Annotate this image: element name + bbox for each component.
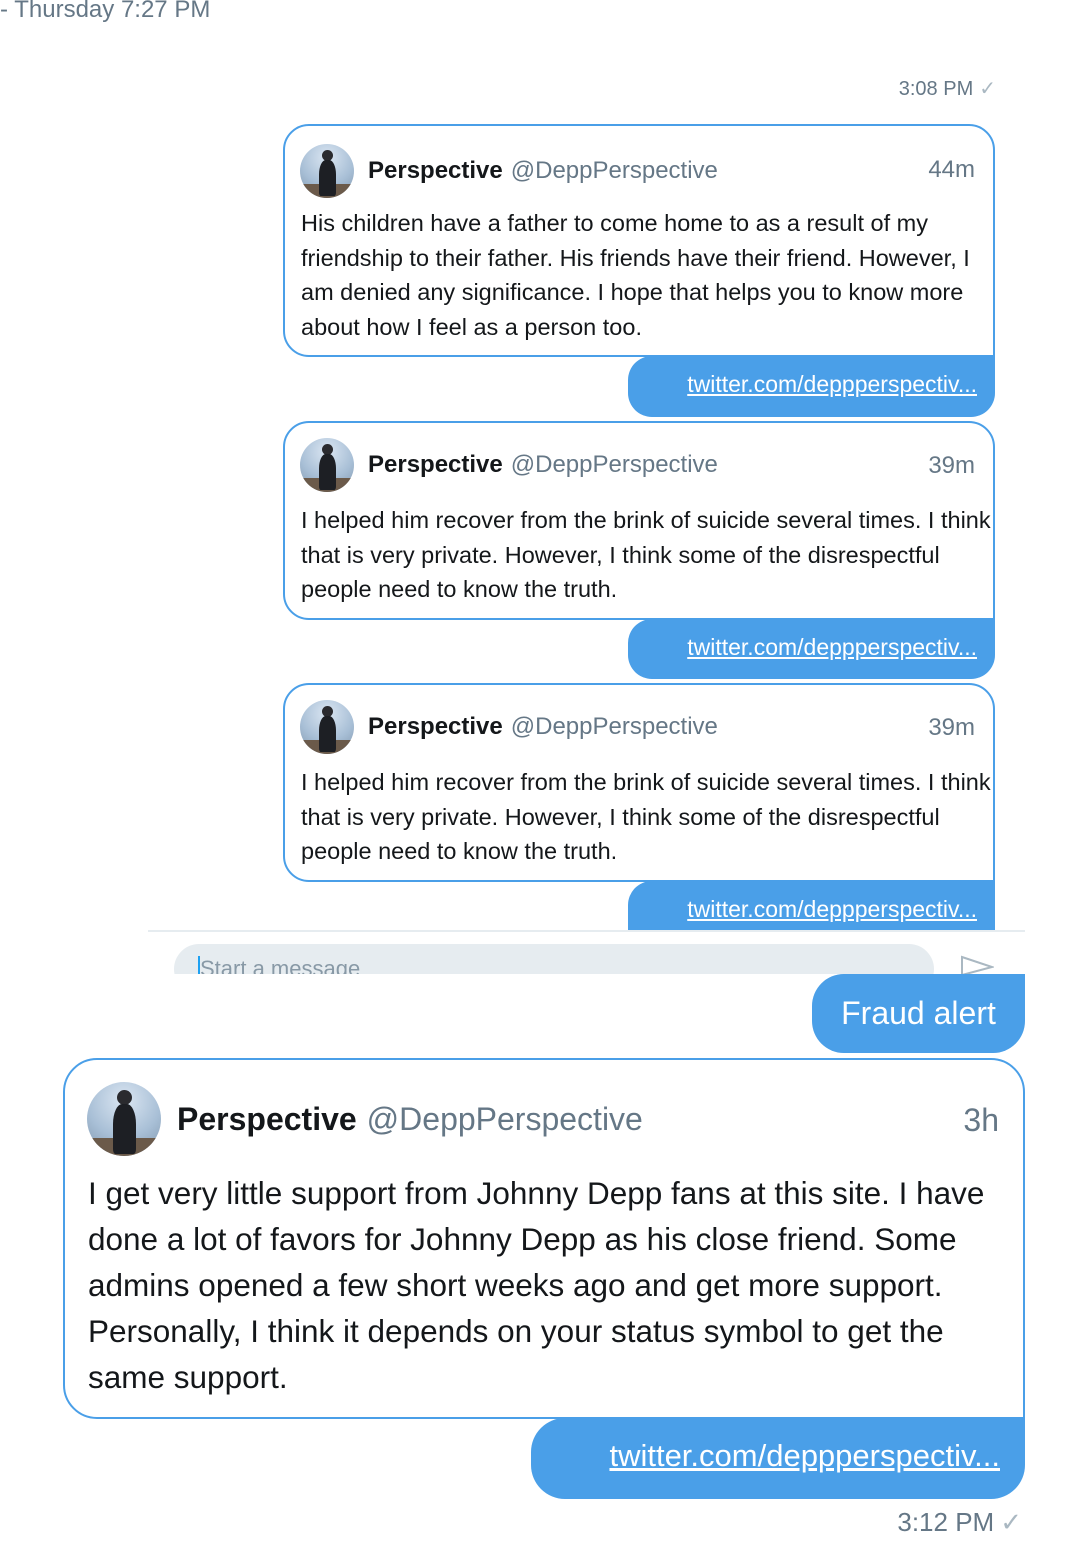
tweet-header: Perspective @DeppPerspective — [300, 700, 718, 754]
tweet-text: I get very little support from Johnny De… — [88, 1175, 985, 1395]
tweet-handle: @DeppPerspective — [510, 157, 718, 184]
tweet-author: Perspective — [177, 1100, 357, 1137]
tweet-link-bubble[interactable]: twitter.com/deppperspectiv... — [628, 881, 995, 931]
avatar — [300, 438, 354, 492]
day-label: Thursday 7:27 PM — [14, 0, 211, 23]
tweet-header: Perspective @DeppPerspective — [87, 1082, 643, 1156]
send-icon[interactable] — [960, 955, 994, 975]
tweet-link-bubble[interactable]: twitter.com/deppperspectiv... — [531, 1418, 1025, 1499]
tweet-handle: @DeppPerspective — [366, 1100, 643, 1137]
tweet-age: 39m — [928, 452, 975, 479]
sent-message-bubble[interactable]: Fraud alert — [812, 974, 1025, 1053]
check-icon: ✓ — [1000, 1507, 1022, 1537]
tweet-text: His children have a father to come home … — [301, 210, 970, 340]
sent-message-text: Fraud alert — [841, 995, 996, 1031]
tweet-text: I helped him recover from the brink of s… — [301, 507, 991, 602]
tweet-author: Perspective — [368, 713, 503, 740]
tweet-link[interactable]: twitter.com/deppperspectiv... — [687, 371, 977, 397]
check-icon: ✓ — [979, 78, 996, 100]
tweet-handle: @DeppPerspective — [510, 713, 718, 740]
avatar — [300, 700, 354, 754]
avatar — [87, 1082, 161, 1156]
tweet-age: 39m — [928, 714, 975, 741]
tweet-author: Perspective — [368, 157, 503, 184]
composer-divider — [148, 930, 1025, 932]
avatar — [300, 144, 354, 198]
message-timestamp: 3:08 PM ✓ — [898, 78, 996, 100]
day-header: - Thursday 7:27 PM — [0, 0, 210, 24]
tweet-link[interactable]: twitter.com/deppperspectiv... — [687, 896, 977, 922]
tweet-author: Perspective — [368, 451, 503, 478]
tweet-card[interactable]: Perspective @DeppPerspective 3h I get ve… — [63, 1058, 1025, 1419]
tweet-text: I helped him recover from the brink of s… — [301, 769, 991, 864]
tweet-link-bubble[interactable]: twitter.com/deppperspectiv... — [628, 619, 995, 679]
tweet-link[interactable]: twitter.com/deppperspectiv... — [687, 634, 977, 660]
tweet-link-bubble[interactable]: twitter.com/deppperspectiv... — [628, 356, 995, 417]
message-timestamp: 3:12 PM ✓ — [897, 1507, 1022, 1537]
tweet-age: 3h — [963, 1102, 999, 1138]
tweet-card[interactable]: Perspective @DeppPerspective 39m I helpe… — [283, 683, 995, 882]
tweet-handle: @DeppPerspective — [510, 451, 718, 478]
tweet-link[interactable]: twitter.com/deppperspectiv... — [609, 1438, 1000, 1473]
tweet-header: Perspective @DeppPerspective — [300, 144, 718, 198]
tweet-header: Perspective @DeppPerspective — [300, 438, 718, 492]
tweet-age: 44m — [928, 156, 975, 183]
tweet-card[interactable]: Perspective @DeppPerspective 39m I helpe… — [283, 421, 995, 620]
tweet-card[interactable]: Perspective @DeppPerspective 44m His chi… — [283, 124, 995, 357]
